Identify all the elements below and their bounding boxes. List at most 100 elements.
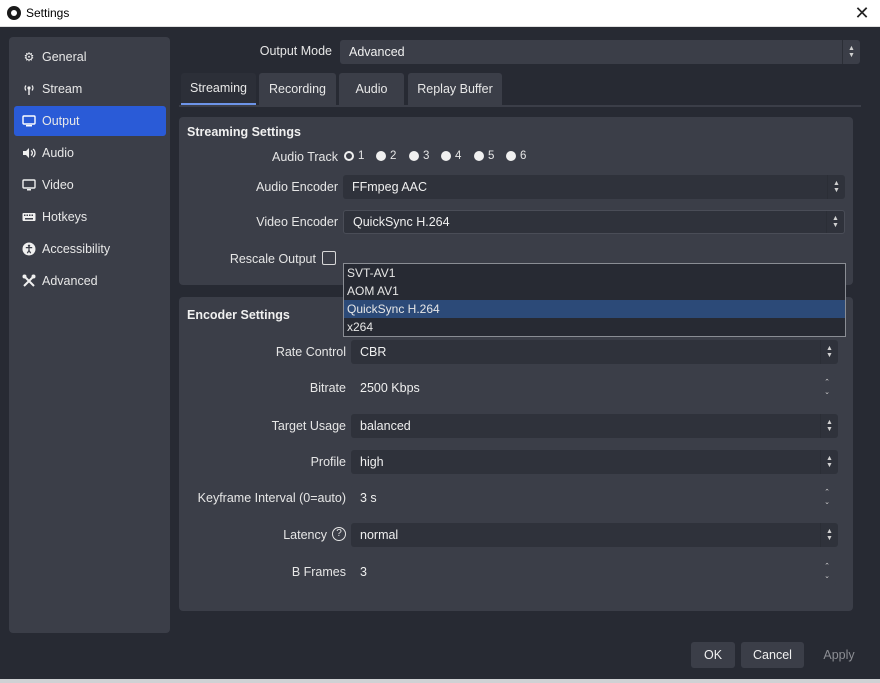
output-mode-label: Output Mode (259, 44, 332, 58)
sidebar-item-label: Audio (42, 146, 74, 160)
encoder-settings-title: Encoder Settings (187, 308, 290, 322)
dropdown-option-quicksync-h264[interactable]: QuickSync H.264 (344, 300, 845, 318)
radio-label: 1 (358, 150, 365, 162)
output-mode-value: Advanced (349, 45, 405, 59)
sidebar-item-label: Hotkeys (42, 210, 88, 224)
tools-icon (22, 274, 36, 288)
bitrate-spinbox[interactable]: 2500 Kbps ⌃ ⌄ (351, 375, 836, 401)
spin-arrows-icon[interactable]: ⌃ ⌄ (818, 375, 836, 401)
profile-select[interactable]: high ▲ ▼ (351, 450, 838, 474)
target-usage-select[interactable]: balanced ▲ ▼ (351, 414, 838, 438)
audio-encoder-select[interactable]: FFmpeg AAC ▲ ▼ (343, 175, 845, 199)
sidebar: ⚙ General Stream Output Audio Video Hotk… (9, 37, 170, 633)
updown-arrow-icon: ▲ ▼ (842, 40, 860, 64)
radio-icon (506, 151, 516, 161)
rescale-output-label: Rescale Output (229, 252, 316, 266)
b-frames-label: B Frames (291, 565, 346, 579)
profile-value: high (360, 455, 384, 469)
rate-control-select[interactable]: CBR ▲ ▼ (351, 340, 838, 364)
sidebar-item-video[interactable]: Video (14, 170, 166, 200)
radio-selected-icon (344, 151, 354, 161)
radio-label: 6 (520, 150, 527, 162)
audio-track-radio-3[interactable]: 3 (409, 150, 429, 162)
audio-track-radio-group: 1 2 3 4 5 6 (344, 150, 544, 164)
keyframe-interval-value: 3 s (360, 491, 377, 505)
audio-track-radio-6[interactable]: 6 (506, 150, 526, 162)
title-bar: Settings ✕ (0, 0, 880, 27)
audio-track-radio-1[interactable]: 1 (344, 150, 364, 162)
sidebar-item-label: Stream (42, 82, 83, 96)
encoder-settings-group: Encoder Settings Rate Control CBR ▲ ▼ Bit… (179, 297, 853, 611)
sidebar-item-general[interactable]: ⚙ General (14, 42, 166, 72)
cancel-button-label: Cancel (753, 648, 792, 662)
spin-arrows-icon[interactable]: ⌃ ⌄ (818, 485, 836, 511)
sidebar-item-accessibility[interactable]: Accessibility (14, 234, 166, 264)
output-tabs: Streaming Recording Audio Replay Buffer (179, 73, 861, 107)
video-encoder-dropdown-list: SVT-AV1 AOM AV1 QuickSync H.264 x264 (343, 263, 846, 337)
cancel-button[interactable]: Cancel (741, 642, 804, 668)
updown-arrow-icon: ▲ ▼ (820, 414, 838, 438)
obs-logo-icon (7, 6, 21, 20)
sidebar-item-label: Video (42, 178, 74, 192)
output-mode-select[interactable]: Advanced ▲ ▼ (340, 40, 860, 64)
updown-arrow-icon: ▲ ▼ (820, 450, 838, 474)
video-encoder-select[interactable]: QuickSync H.264 ▲ ▼ (343, 210, 845, 234)
rate-control-label: Rate Control (275, 345, 346, 359)
tab-recording[interactable]: Recording (259, 73, 336, 105)
sidebar-item-label: Advanced (42, 274, 98, 288)
sidebar-item-advanced[interactable]: Advanced (14, 266, 166, 296)
tab-label: Streaming (190, 81, 247, 95)
sidebar-item-hotkeys[interactable]: Hotkeys (14, 202, 166, 232)
rate-control-value: CBR (360, 345, 387, 359)
dropdown-option-svt-av1[interactable]: SVT-AV1 (344, 264, 845, 282)
keyframe-interval-spinbox[interactable]: 3 s ⌃ ⌄ (351, 485, 836, 511)
sidebar-item-label: General (42, 50, 87, 64)
audio-track-radio-5[interactable]: 5 (474, 150, 494, 162)
updown-arrow-icon: ▲ ▼ (820, 523, 838, 547)
sidebar-item-label: Accessibility (42, 242, 111, 256)
rescale-output-checkbox[interactable] (322, 251, 336, 265)
bottom-edge-strip (0, 679, 880, 683)
tab-label: Replay Buffer (417, 82, 493, 96)
audio-encoder-value: FFmpeg AAC (352, 180, 428, 194)
radio-icon (376, 151, 386, 161)
apply-button[interactable]: Apply (810, 642, 868, 668)
streaming-settings-title: Streaming Settings (187, 125, 301, 139)
radio-icon (441, 151, 451, 161)
window-title: Settings (26, 6, 70, 20)
help-icon[interactable]: ? (332, 527, 346, 541)
ok-button[interactable]: OK (691, 642, 735, 668)
profile-label: Profile (310, 455, 346, 469)
sidebar-item-stream[interactable]: Stream (14, 74, 166, 104)
audio-track-radio-2[interactable]: 2 (376, 150, 396, 162)
radio-label: 3 (423, 150, 430, 162)
b-frames-value: 3 (360, 565, 367, 579)
bitrate-label: Bitrate (309, 381, 346, 395)
close-icon[interactable]: ✕ (850, 2, 874, 24)
latency-select[interactable]: normal ▲ ▼ (351, 523, 838, 547)
dropdown-option-x264[interactable]: x264 (344, 318, 845, 336)
settings-window: ⚙ General Stream Output Audio Video Hotk… (0, 27, 880, 683)
ok-button-label: OK (703, 648, 723, 662)
video-encoder-value: QuickSync H.264 (353, 215, 450, 229)
tab-audio[interactable]: Audio (339, 73, 404, 105)
display-icon (22, 178, 36, 192)
bitrate-value: 2500 Kbps (360, 381, 420, 395)
tab-label: Recording (269, 82, 326, 96)
latency-value: normal (360, 528, 399, 542)
target-usage-value: balanced (360, 419, 411, 433)
radio-icon (409, 151, 419, 161)
latency-label: Latency (283, 528, 327, 542)
spin-arrows-icon[interactable]: ⌃ ⌄ (818, 559, 836, 585)
sidebar-item-output[interactable]: Output (14, 106, 166, 136)
monitor-output-icon (22, 114, 36, 128)
dropdown-option-aom-av1[interactable]: AOM AV1 (344, 282, 845, 300)
speaker-icon (22, 146, 36, 160)
tab-streaming[interactable]: Streaming (181, 73, 256, 105)
tab-replay-buffer[interactable]: Replay Buffer (408, 73, 502, 105)
radio-icon (474, 151, 484, 161)
radio-label: 4 (455, 150, 462, 162)
sidebar-item-audio[interactable]: Audio (14, 138, 166, 168)
b-frames-spinbox[interactable]: 3 ⌃ ⌄ (351, 559, 836, 585)
audio-track-radio-4[interactable]: 4 (441, 150, 461, 162)
